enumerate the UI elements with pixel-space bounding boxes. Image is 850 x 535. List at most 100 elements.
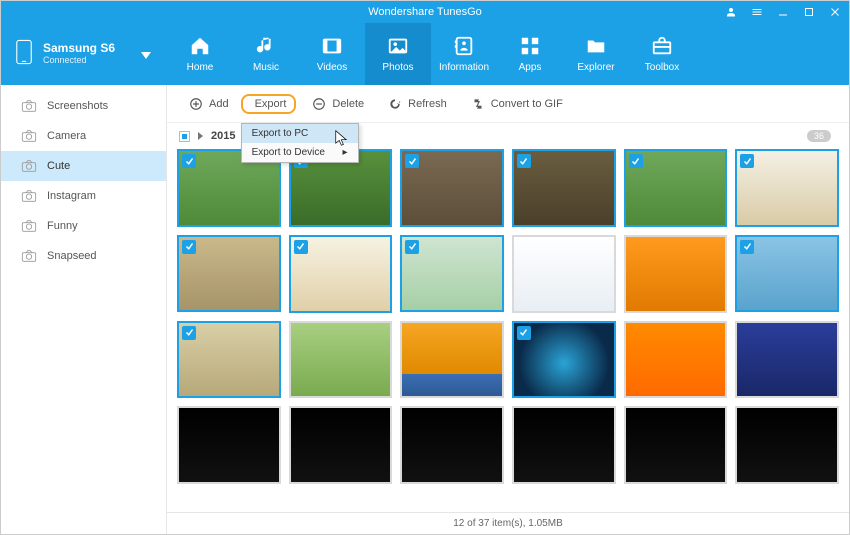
photo-thumb[interactable] bbox=[289, 321, 393, 399]
minimize-icon[interactable] bbox=[777, 6, 789, 18]
photo-thumb[interactable] bbox=[400, 235, 504, 313]
nav-toolbox[interactable]: Toolbox bbox=[629, 23, 695, 85]
check-icon bbox=[629, 154, 643, 168]
top-toolbar: Samsung S6 Connected Home Music Videos Phot… bbox=[1, 23, 849, 85]
delete-label: Delete bbox=[332, 98, 364, 110]
nav-explorer[interactable]: Explorer bbox=[563, 23, 629, 85]
check-icon bbox=[294, 240, 308, 254]
refresh-icon bbox=[388, 97, 402, 111]
sidebar-item-label: Cute bbox=[47, 160, 70, 172]
nav-home[interactable]: Home bbox=[167, 23, 233, 85]
sidebar-item-cute[interactable]: Cute bbox=[1, 151, 166, 181]
sidebar-item-instagram[interactable]: Instagram bbox=[1, 181, 166, 211]
photo-thumb[interactable] bbox=[400, 149, 504, 227]
nav-label: Apps bbox=[519, 62, 542, 73]
sidebar-item-snapseed[interactable]: Snapseed bbox=[1, 241, 166, 271]
photo-thumb[interactable] bbox=[624, 235, 728, 313]
photos-icon bbox=[387, 35, 409, 57]
delete-button[interactable]: Delete bbox=[300, 92, 376, 116]
nav-label: Home bbox=[187, 62, 214, 73]
photo-thumb[interactable] bbox=[624, 406, 728, 484]
photo-thumb[interactable] bbox=[512, 321, 616, 399]
photo-thumb[interactable] bbox=[177, 406, 281, 484]
photo-thumb[interactable] bbox=[512, 235, 616, 313]
phone-icon bbox=[15, 39, 33, 70]
sidebar-item-label: Funny bbox=[47, 220, 78, 232]
nav-label: Videos bbox=[317, 62, 347, 73]
camera-icon bbox=[21, 189, 37, 203]
nav-label: Explorer bbox=[577, 62, 614, 73]
photo-thumb[interactable] bbox=[735, 149, 839, 227]
check-icon bbox=[517, 154, 531, 168]
home-icon bbox=[189, 35, 211, 57]
sidebar-item-label: Instagram bbox=[47, 190, 96, 202]
convert-label: Convert to GIF bbox=[491, 98, 563, 110]
photo-grid-scroll[interactable] bbox=[167, 149, 849, 512]
camera-icon bbox=[21, 99, 37, 113]
device-name: Samsung S6 bbox=[43, 42, 115, 55]
refresh-button[interactable]: Refresh bbox=[376, 92, 459, 116]
photo-thumb[interactable] bbox=[512, 406, 616, 484]
photo-thumb[interactable] bbox=[624, 149, 728, 227]
export-button[interactable]: Export Export to PC Export to Device▸ bbox=[241, 94, 297, 114]
sidebar-item-funny[interactable]: Funny bbox=[1, 211, 166, 241]
check-icon bbox=[182, 240, 196, 254]
photo-thumb[interactable] bbox=[400, 321, 504, 399]
camera-icon bbox=[21, 219, 37, 233]
collapse-triangle-icon[interactable] bbox=[198, 132, 203, 140]
photo-thumb[interactable] bbox=[177, 321, 281, 399]
chevron-down-icon bbox=[141, 47, 151, 65]
camera-icon bbox=[21, 159, 37, 173]
information-icon bbox=[453, 35, 475, 57]
photo-thumb[interactable] bbox=[735, 406, 839, 484]
sidebar-item-camera[interactable]: Camera bbox=[1, 121, 166, 151]
status-text: 12 of 37 item(s), 1.05MB bbox=[453, 518, 563, 529]
convert-gif-button[interactable]: Convert to GIF bbox=[459, 92, 575, 116]
add-label: Add bbox=[209, 98, 229, 110]
group-year: 2015 bbox=[211, 130, 235, 142]
menu-icon[interactable] bbox=[751, 6, 763, 18]
plus-icon bbox=[189, 97, 203, 111]
main: Add Export Export to PC Export to Device… bbox=[167, 85, 849, 534]
nav-music[interactable]: Music bbox=[233, 23, 299, 85]
titlebar-controls bbox=[725, 6, 841, 18]
titlebar: Wondershare TunesGo bbox=[1, 1, 849, 23]
check-icon bbox=[405, 240, 419, 254]
group-count-badge: 36 bbox=[807, 130, 831, 142]
camera-icon bbox=[21, 249, 37, 263]
check-icon bbox=[517, 326, 531, 340]
body: Screenshots Camera Cute Instagram Funny Snaps… bbox=[1, 85, 849, 534]
nav-label: Information bbox=[439, 62, 489, 73]
videos-icon bbox=[321, 35, 343, 57]
maximize-icon[interactable] bbox=[803, 6, 815, 18]
group-checkbox[interactable] bbox=[179, 131, 190, 142]
nav-tabs: Home Music Videos Photos Information Apps Expl… bbox=[167, 23, 695, 85]
user-icon[interactable] bbox=[725, 6, 737, 18]
close-icon[interactable] bbox=[829, 6, 841, 18]
photo-thumb[interactable] bbox=[735, 235, 839, 313]
nav-label: Music bbox=[253, 62, 279, 73]
photo-thumb[interactable] bbox=[400, 406, 504, 484]
photo-thumb[interactable] bbox=[289, 406, 393, 484]
cursor-icon bbox=[335, 130, 349, 151]
nav-information[interactable]: Information bbox=[431, 23, 497, 85]
photo-thumb[interactable] bbox=[512, 149, 616, 227]
nav-photos[interactable]: Photos bbox=[365, 23, 431, 85]
convert-icon bbox=[471, 97, 485, 111]
add-button[interactable]: Add bbox=[177, 92, 241, 116]
nav-label: Photos bbox=[382, 62, 413, 73]
action-bar: Add Export Export to PC Export to Device… bbox=[167, 85, 849, 123]
sidebar-item-screenshots[interactable]: Screenshots bbox=[1, 91, 166, 121]
nav-apps[interactable]: Apps bbox=[497, 23, 563, 85]
sidebar-item-label: Camera bbox=[47, 130, 86, 142]
refresh-label: Refresh bbox=[408, 98, 447, 110]
nav-videos[interactable]: Videos bbox=[299, 23, 365, 85]
explorer-icon bbox=[585, 35, 607, 57]
photo-thumb[interactable] bbox=[289, 235, 393, 313]
photo-thumb[interactable] bbox=[624, 321, 728, 399]
apps-icon bbox=[519, 35, 541, 57]
photo-thumb[interactable] bbox=[177, 235, 281, 313]
photo-thumb[interactable] bbox=[735, 321, 839, 399]
device-selector[interactable]: Samsung S6 Connected bbox=[1, 23, 167, 85]
sidebar-item-label: Screenshots bbox=[47, 100, 108, 112]
